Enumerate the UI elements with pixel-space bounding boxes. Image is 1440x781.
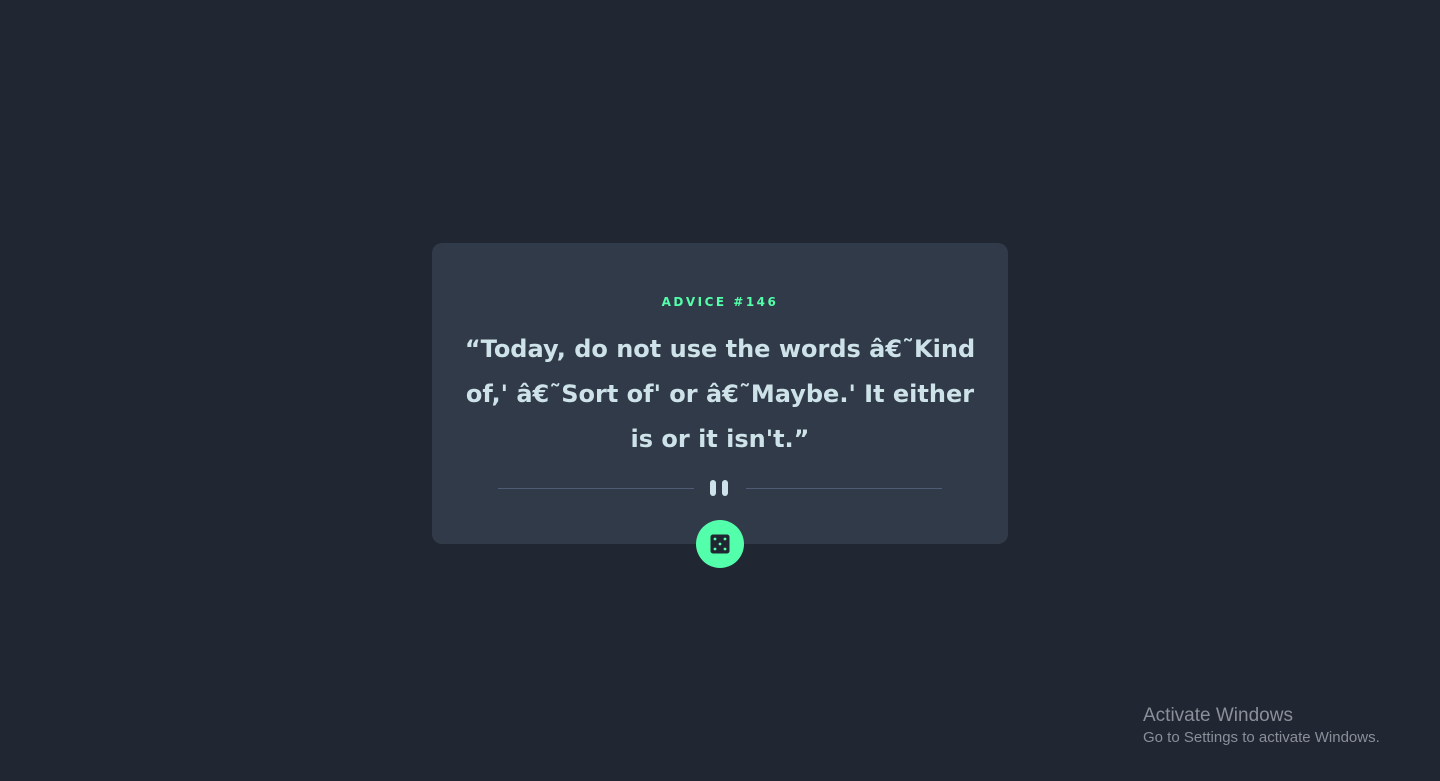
divider [498, 479, 942, 497]
new-advice-button[interactable] [696, 520, 744, 568]
pause-icon [710, 480, 730, 496]
page: ADVICE #146 “Today, do not use the words… [0, 0, 1440, 781]
dice-icon [710, 534, 730, 554]
advice-quote: “Today, do not use the words â€˜Kind of,… [464, 335, 976, 453]
divider-line-left [498, 488, 694, 489]
divider-line-right [746, 488, 942, 489]
watermark-subtitle: Go to Settings to activate Windows. [1143, 729, 1380, 746]
pause-bar-left [710, 480, 716, 496]
activate-windows-watermark: Activate Windows Go to Settings to activ… [1143, 704, 1380, 748]
pause-bar-right [722, 480, 728, 496]
advice-card: ADVICE #146 “Today, do not use the words… [432, 243, 1008, 568]
advice-label: ADVICE #146 [661, 295, 779, 309]
watermark-title: Activate Windows [1143, 705, 1293, 726]
